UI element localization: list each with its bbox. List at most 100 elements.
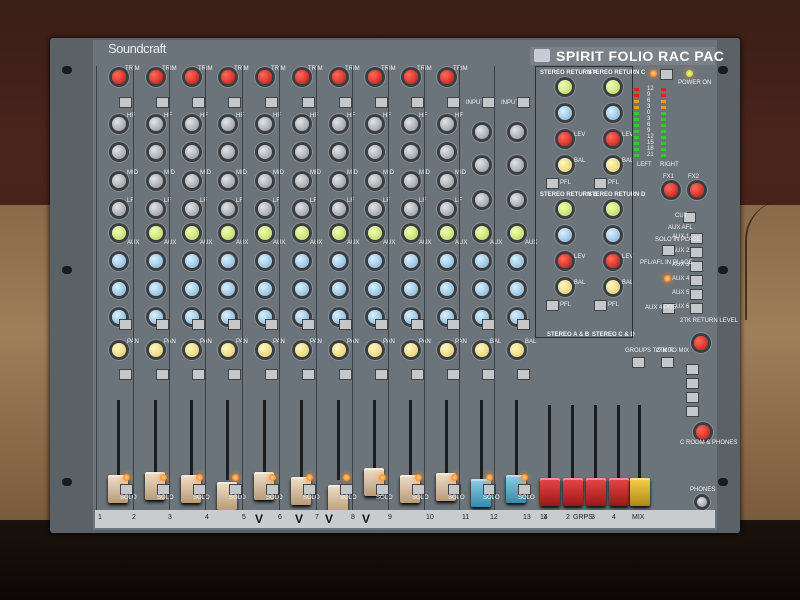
ste-btn-4[interactable] (686, 406, 699, 417)
ste-to-mix-button[interactable] (661, 357, 674, 368)
solo-button[interactable] (303, 484, 316, 495)
phones-jack[interactable] (697, 497, 707, 507)
group-fader[interactable] (609, 478, 629, 506)
input-switch[interactable] (339, 97, 352, 108)
trim-knob[interactable] (258, 70, 272, 84)
aux-send-knob[interactable] (185, 282, 199, 296)
aux-pre-switch[interactable] (302, 319, 315, 330)
aux-pre-switch[interactable] (517, 319, 530, 330)
aux-send-knob[interactable] (368, 226, 382, 240)
aux-send-knob[interactable] (440, 226, 454, 240)
aux-send-knob[interactable] (510, 226, 524, 240)
trim-knob[interactable] (221, 70, 235, 84)
aux-send-knob[interactable] (185, 226, 199, 240)
input-switch[interactable] (517, 97, 530, 108)
aux-pre-switch[interactable] (265, 319, 278, 330)
eq-mid-freq-knob[interactable] (475, 158, 489, 172)
eq-hf-knob[interactable] (404, 117, 418, 131)
aux-send-knob[interactable] (510, 254, 524, 268)
aux-pre-switch[interactable] (339, 319, 352, 330)
routing-switch[interactable] (411, 369, 424, 380)
aux-send-knob[interactable] (440, 282, 454, 296)
fx2-knob[interactable] (690, 183, 704, 197)
eq-mid-freq-knob[interactable] (221, 145, 235, 159)
aux-send-knob[interactable] (404, 254, 418, 268)
eq-mid-knob[interactable] (440, 174, 454, 188)
input-switch[interactable] (375, 97, 388, 108)
ste-btn-1[interactable] (686, 364, 699, 375)
aux-send-knob[interactable] (221, 226, 235, 240)
trim-knob[interactable] (185, 70, 199, 84)
aux-send-knob[interactable] (475, 282, 489, 296)
aux-send-knob[interactable] (332, 254, 346, 268)
eq-hf-knob[interactable] (295, 117, 309, 131)
trim-knob[interactable] (404, 70, 418, 84)
eq-mid-freq-knob[interactable] (295, 145, 309, 159)
aux-send-knob[interactable] (332, 282, 346, 296)
aux-master-button[interactable] (690, 275, 703, 286)
trim-knob[interactable] (332, 70, 346, 84)
eq-mid-freq-knob[interactable] (368, 145, 382, 159)
eq-mid-freq-knob[interactable] (185, 145, 199, 159)
aux-send-knob[interactable] (112, 254, 126, 268)
eq-lf-knob[interactable] (112, 202, 126, 216)
eq-mid-knob[interactable] (510, 193, 524, 207)
pan-knob[interactable] (185, 343, 199, 357)
mix-fader[interactable] (630, 478, 650, 506)
solo-button[interactable] (266, 484, 279, 495)
aux-send-knob[interactable] (332, 226, 346, 240)
pan-knob[interactable] (404, 343, 418, 357)
eq-mid-knob[interactable] (185, 174, 199, 188)
eq-mid-knob[interactable] (404, 174, 418, 188)
eq-lf-knob[interactable] (440, 202, 454, 216)
eq-mid-freq-knob[interactable] (404, 145, 418, 159)
input-switch[interactable] (411, 97, 424, 108)
eq-lf-knob[interactable] (368, 202, 382, 216)
solo-in-place-button[interactable] (662, 245, 675, 256)
routing-switch[interactable] (517, 369, 530, 380)
aux-pre-switch[interactable] (375, 319, 388, 330)
solo-button[interactable] (518, 484, 531, 495)
input-switch[interactable] (119, 97, 132, 108)
eq-hf-knob[interactable] (475, 125, 489, 139)
routing-switch[interactable] (192, 369, 205, 380)
aux-send-knob[interactable] (404, 282, 418, 296)
aux-pre-switch[interactable] (228, 319, 241, 330)
aux-send-knob[interactable] (440, 254, 454, 268)
aux-pre-switch[interactable] (192, 319, 205, 330)
aux-send-knob[interactable] (149, 254, 163, 268)
aux-send-knob[interactable] (149, 282, 163, 296)
eq-mid-knob[interactable] (221, 174, 235, 188)
aux-send-knob[interactable] (510, 282, 524, 296)
input-switch[interactable] (302, 97, 315, 108)
aux-send-knob[interactable] (404, 226, 418, 240)
aux-send-knob[interactable] (475, 226, 489, 240)
eq-mid-freq-knob[interactable] (258, 145, 272, 159)
eq-hf-knob[interactable] (221, 117, 235, 131)
eq-hf-knob[interactable] (258, 117, 272, 131)
eq-hf-knob[interactable] (440, 117, 454, 131)
fx1-knob[interactable] (664, 183, 678, 197)
group-fader[interactable] (563, 478, 583, 506)
pan-knob[interactable] (440, 343, 454, 357)
aux-master-button[interactable] (690, 303, 703, 314)
eq-mid-freq-knob[interactable] (332, 145, 346, 159)
pan-knob[interactable] (149, 343, 163, 357)
aux-send-knob[interactable] (258, 226, 272, 240)
eq-mid-freq-knob[interactable] (440, 145, 454, 159)
eq-lf-knob[interactable] (404, 202, 418, 216)
trim-knob[interactable] (295, 70, 309, 84)
aux-send-knob[interactable] (475, 254, 489, 268)
eq-mid-knob[interactable] (258, 174, 272, 188)
balance-knob[interactable] (510, 343, 524, 357)
eq-mid-knob[interactable] (332, 174, 346, 188)
aux-send-knob[interactable] (295, 226, 309, 240)
aux-master-button[interactable] (690, 289, 703, 300)
input-switch[interactable] (156, 97, 169, 108)
eq-mid-knob[interactable] (475, 193, 489, 207)
aux-send-knob[interactable] (185, 254, 199, 268)
pan-knob[interactable] (332, 343, 346, 357)
pan-knob[interactable] (368, 343, 382, 357)
aux-send-knob[interactable] (258, 282, 272, 296)
c-room-phones-knob[interactable] (696, 425, 710, 439)
